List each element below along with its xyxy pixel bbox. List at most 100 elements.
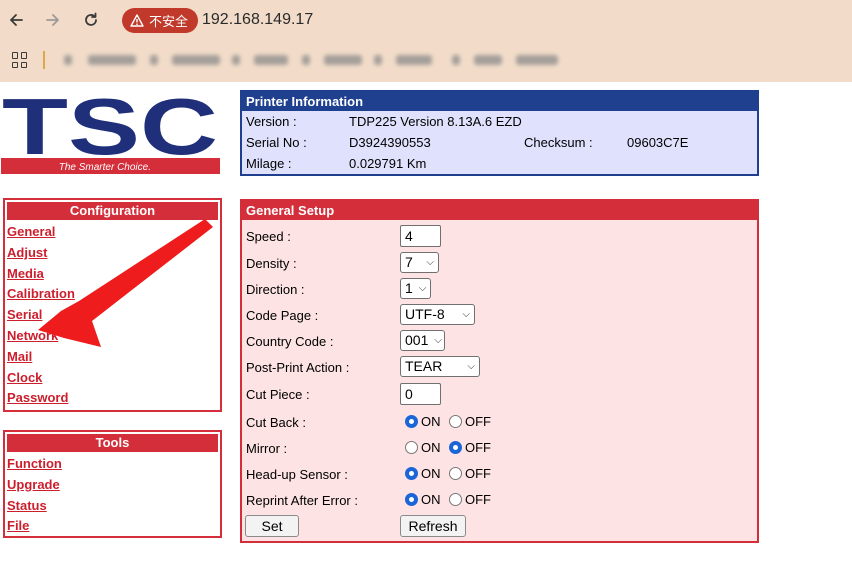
cut-piece-input[interactable]: 0 [400,383,441,405]
mirror-on-radio[interactable]: ON [405,440,441,455]
config-link-calibration[interactable]: Calibration [5,284,220,305]
blurred-bookmark[interactable] [302,55,310,65]
apps-grid-icon[interactable] [12,52,28,68]
configuration-title: Configuration [7,202,218,220]
post-print-action-value: TEAR [405,358,443,374]
address-bar-url[interactable]: 192.168.149.17 [202,11,313,29]
version-row: Version : TDP225 Version 8.13A.6 EZD [242,111,757,132]
cut-piece-label: Cut Piece : [246,387,310,402]
cut-back-row: Cut Back : ON OFF [242,411,757,435]
config-link-mail[interactable]: Mail [5,347,220,368]
forward-arrow-icon[interactable] [42,9,64,31]
cut-back-label: Cut Back : [246,415,306,430]
speed-row: Speed : 4 [242,225,757,249]
density-value: 7 [405,254,413,270]
direction-label: Direction : [246,282,305,297]
blurred-bookmark[interactable] [396,55,432,65]
country-code-row: Country Code : 001 ⌵ [242,330,757,354]
general-setup-title: General Setup [242,201,757,220]
density-row: Density : 7 ⌵ [242,252,757,276]
config-link-media[interactable]: Media [5,264,220,285]
blurred-bookmark[interactable] [474,55,502,65]
direction-value: 1 [405,280,413,296]
speed-input[interactable]: 4 [400,225,441,247]
country-code-value: 001 [405,332,429,348]
tools-link-upgrade[interactable]: Upgrade [5,475,220,496]
codepage-row: Code Page : UTF-8 ⌵ [242,304,757,328]
milage-row: Milage : 0.029791 Km [242,153,757,174]
cut-back-on-radio[interactable]: ON [405,414,441,429]
refresh-button[interactable]: Refresh [400,515,466,537]
version-label: Version : [246,114,297,129]
head-up-sensor-row: Head-up Sensor : ON OFF [242,463,757,487]
tools-link-status[interactable]: Status [5,496,220,517]
browser-chrome: 不安全 192.168.149.17 [0,0,852,82]
config-link-serial[interactable]: Serial [5,305,220,326]
mirror-off-radio[interactable]: OFF [449,440,491,455]
reprint-after-error-label: Reprint After Error : [246,493,358,508]
speed-label: Speed : [246,229,291,244]
reprint-after-error-row: Reprint After Error : ON OFF [242,489,757,513]
blurred-bookmark[interactable] [452,55,460,65]
tools-title: Tools [7,434,218,452]
cut-back-off-radio[interactable]: OFF [449,414,491,429]
warning-icon [130,14,144,27]
blurred-bookmark[interactable] [150,55,158,65]
density-label: Density : [246,256,297,271]
blurred-bookmark[interactable] [88,55,136,65]
blurred-bookmark[interactable] [64,55,72,65]
cut-piece-row: Cut Piece : 0 [242,383,757,407]
reprint-after-error-off-radio[interactable]: OFF [449,492,491,507]
configuration-list: General Adjust Media Calibration Serial Netwo… [5,222,220,409]
milage-value: 0.029791 Km [349,156,427,171]
country-code-label: Country Code : [246,334,334,349]
blurred-bookmark[interactable] [254,55,288,65]
config-link-password[interactable]: Password [5,388,220,409]
blurred-bookmark[interactable] [232,55,240,65]
blurred-bookmark[interactable] [324,55,362,65]
chevron-down-icon: ⌵ [418,283,427,294]
blurred-bookmark[interactable] [374,55,382,65]
milage-label: Milage : [246,156,292,171]
blurred-bookmark[interactable] [172,55,220,65]
codepage-select[interactable]: UTF-8 ⌵ [400,304,475,325]
tsc-logo: TSC The Smarter Choice. [1,82,220,175]
logo-tagline: The Smarter Choice. [59,162,151,173]
blurred-bookmark[interactable] [516,55,558,65]
codepage-label: Code Page : [246,308,319,323]
density-select[interactable]: 7 ⌵ [400,252,439,273]
tools-link-function[interactable]: Function [5,454,220,475]
configuration-panel: Configuration General Adjust Media Calibrat… [3,198,222,412]
version-value: TDP225 Version 8.13A.6 EZD [349,114,522,129]
printer-information-title: Printer Information [242,92,757,111]
direction-row: Direction : 1 ⌵ [242,278,757,302]
security-badge[interactable]: 不安全 [122,8,199,33]
head-up-sensor-off-radio[interactable]: OFF [449,466,491,481]
checksum-label: Checksum : [524,135,593,150]
config-link-clock[interactable]: Clock [5,368,220,389]
post-print-action-select[interactable]: TEAR ⌵ [400,356,480,377]
reprint-after-error-on-radio[interactable]: ON [405,492,441,507]
back-arrow-icon[interactable] [5,9,27,31]
checksum-value: 09603C7E [627,135,689,150]
head-up-sensor-on-radio[interactable]: ON [405,466,441,481]
chevron-down-icon: ⌵ [462,309,470,320]
config-link-adjust[interactable]: Adjust [5,243,220,264]
country-code-select[interactable]: 001 ⌵ [400,330,445,351]
direction-select[interactable]: 1 ⌵ [400,278,431,299]
tools-link-file[interactable]: File [5,516,220,537]
chevron-down-icon: ⌵ [426,257,434,268]
reload-icon[interactable] [80,9,102,31]
config-link-network[interactable]: Network [5,326,220,347]
serial-label: Serial No : [246,135,307,150]
head-up-sensor-label: Head-up Sensor : [246,467,348,482]
security-label: 不安全 [149,14,189,29]
post-print-action-label: Post-Print Action : [246,360,350,375]
bookmarks-bar [0,44,852,80]
config-link-general[interactable]: General [5,222,220,243]
serial-row: Serial No : D3924390553 Checksum : 09603… [242,132,757,153]
general-setup-panel: General Setup Speed : 4 Density : 7 ⌵ Dir… [240,199,759,543]
post-print-action-row: Post-Print Action : TEAR ⌵ [242,356,757,380]
set-button[interactable]: Set [245,515,299,537]
chevron-down-icon: ⌵ [434,335,442,346]
